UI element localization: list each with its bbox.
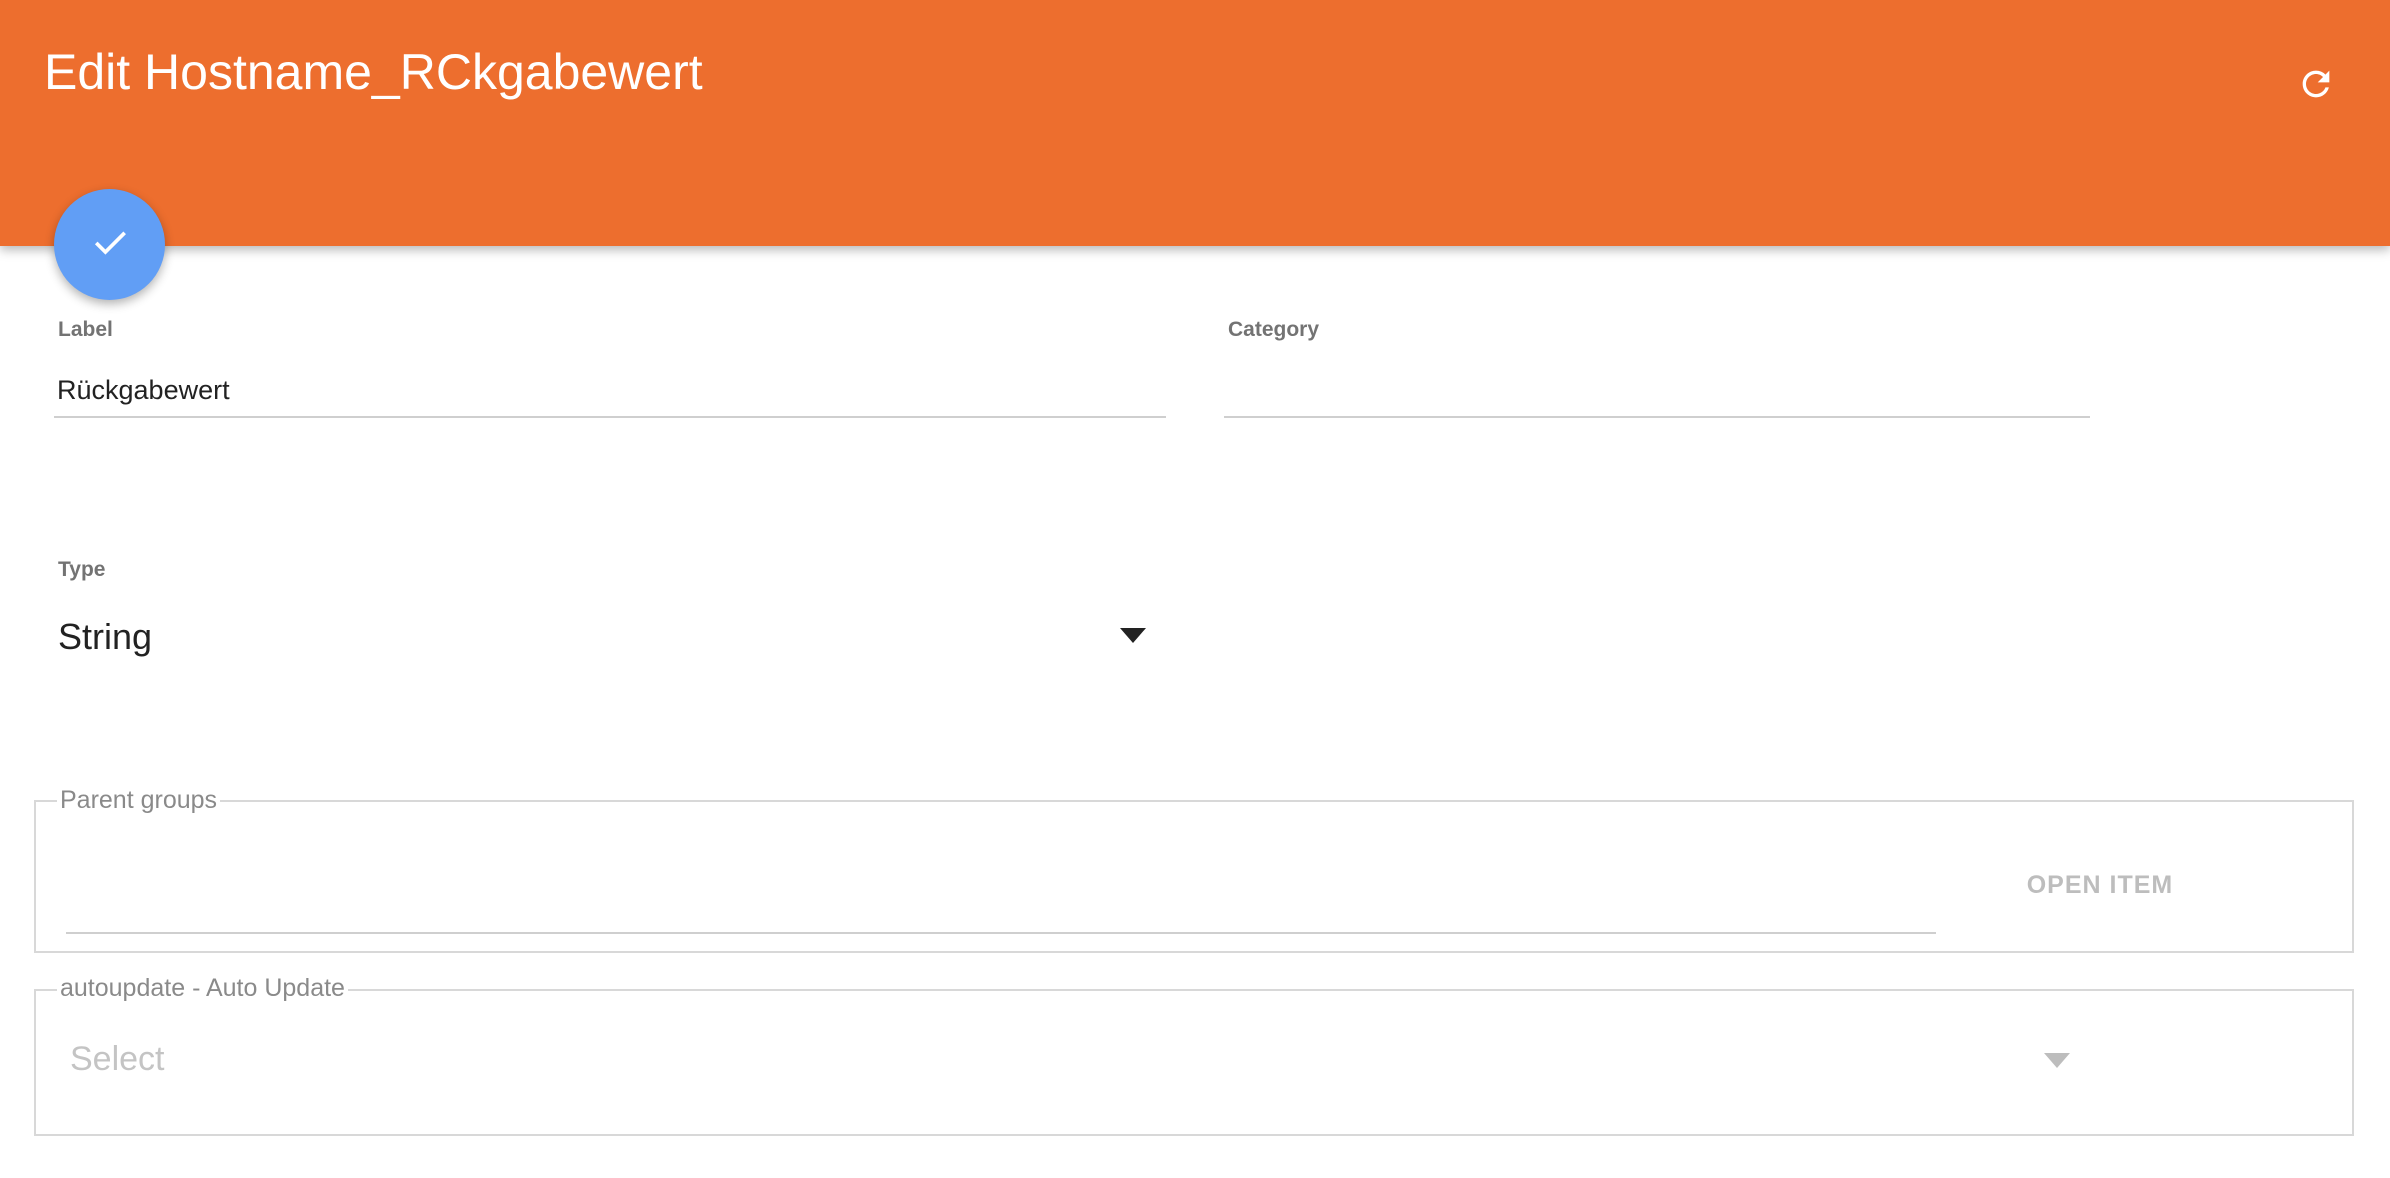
autoupdate-select[interactable]: Select bbox=[60, 1020, 2070, 1100]
dropdown-arrow-icon bbox=[1120, 628, 1146, 643]
parent-groups-input[interactable] bbox=[66, 868, 1936, 934]
open-item-button[interactable]: OPEN ITEM bbox=[1985, 860, 2215, 910]
parent-groups-legend: Parent groups bbox=[57, 786, 221, 815]
type-select-value: String bbox=[58, 616, 153, 657]
label-field-label: Label bbox=[58, 318, 113, 341]
autoupdate-legend: autoupdate - Auto Update bbox=[57, 974, 348, 1003]
category-field-label: Category bbox=[1228, 318, 1320, 341]
autoupdate-select-placeholder: Select bbox=[70, 1040, 165, 1078]
refresh-icon[interactable] bbox=[2296, 64, 2336, 104]
app-header: Edit Hostname_RCkgabewert bbox=[0, 0, 2390, 246]
page-title: Edit Hostname_RCkgabewert bbox=[44, 44, 703, 100]
type-select[interactable]: String bbox=[54, 598, 1164, 678]
chevron-down-icon bbox=[2044, 1053, 2070, 1068]
save-button[interactable] bbox=[54, 189, 165, 300]
type-field-label: Type bbox=[58, 558, 106, 581]
category-input[interactable] bbox=[1224, 364, 2090, 418]
label-input[interactable] bbox=[54, 364, 1166, 418]
check-icon bbox=[88, 220, 132, 269]
